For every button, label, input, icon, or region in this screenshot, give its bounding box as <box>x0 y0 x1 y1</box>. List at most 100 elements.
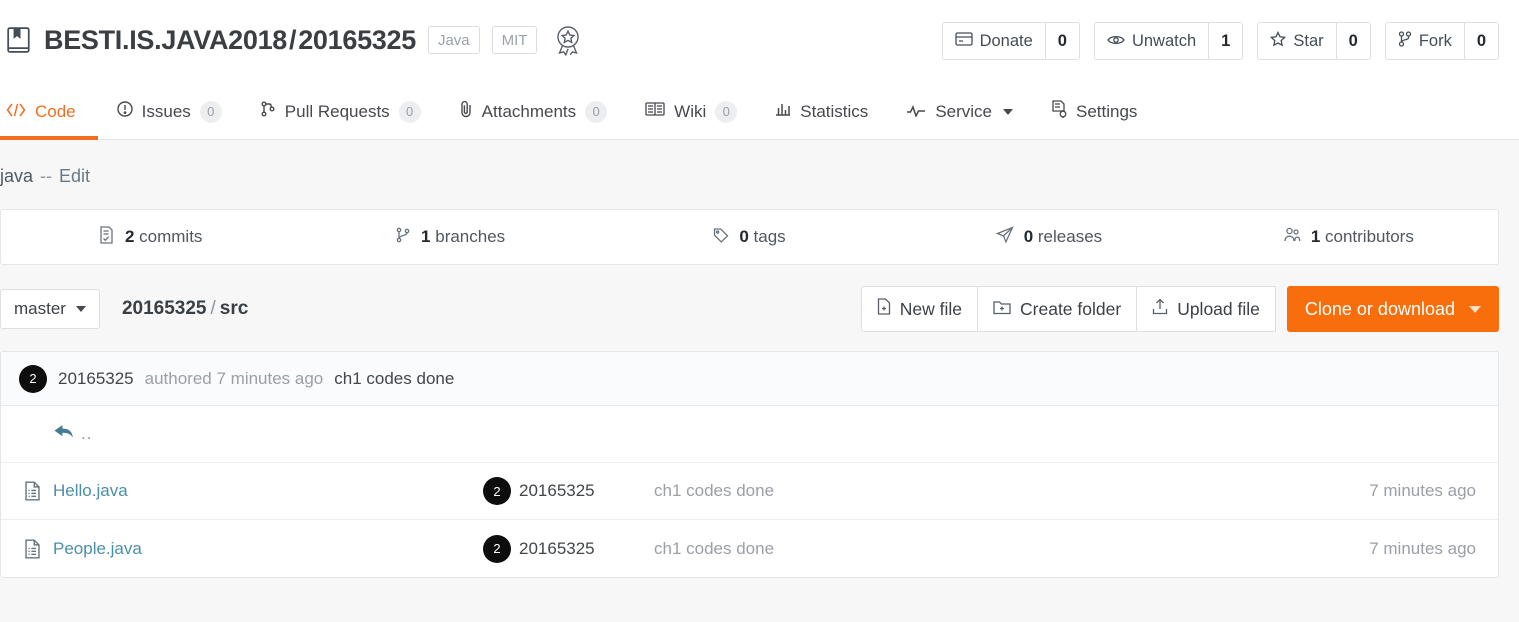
tab-code[interactable]: Code <box>0 84 98 140</box>
new-file-label: New file <box>899 298 963 319</box>
donate-count[interactable]: 0 <box>1044 23 1079 59</box>
file-icon <box>1 481 53 501</box>
repo-header: BESTI.IS.JAVA2018/20165325 Java MIT Dona… <box>0 0 1519 84</box>
row-avatar-cell: 2 <box>483 477 519 505</box>
row-commit-message[interactable]: ch1 codes done <box>654 539 1318 559</box>
tab-attachments[interactable]: Attachments 0 <box>440 84 627 139</box>
title-separator: / <box>289 24 297 55</box>
commit-message[interactable]: ch1 codes done <box>334 369 454 389</box>
branch-selector[interactable]: master <box>0 289 100 329</box>
repo-name[interactable]: 20165325 <box>298 25 416 55</box>
row-avatar-cell: 2 <box>483 534 519 563</box>
upload-file-button[interactable]: Upload file <box>1137 286 1276 332</box>
stat-tags[interactable]: 0 tags <box>600 210 899 264</box>
create-folder-label: Create folder <box>1020 298 1122 319</box>
table-row[interactable]: Hello.java 2 20165325 ch1 codes done 7 m… <box>1 463 1498 520</box>
tab-pull-requests[interactable]: Pull Requests 0 <box>241 84 440 139</box>
repo-book-icon <box>6 25 32 55</box>
avatar[interactable]: 2 <box>19 364 47 393</box>
tab-issues-badge: 0 <box>199 100 222 123</box>
repo-nav-tabs: Code Issues 0 Pull Requests 0 Attachment… <box>0 84 1519 140</box>
branch-selector-label: master <box>14 299 66 318</box>
stat-commits[interactable]: 2 commits <box>1 210 300 264</box>
unwatch-count[interactable]: 1 <box>1208 23 1243 59</box>
stat-releases[interactable]: 0 releases <box>899 210 1198 264</box>
star-button-main[interactable]: Star <box>1258 23 1336 59</box>
stat-branches-label: branches <box>435 227 506 246</box>
new-file-icon <box>877 298 891 320</box>
repo-description: java -- Edit <box>0 140 1499 209</box>
tab-code-label: Code <box>35 101 76 121</box>
fork-count[interactable]: 0 <box>1463 23 1498 59</box>
tab-wiki[interactable]: Wiki 0 <box>626 84 756 139</box>
unwatch-button-main[interactable]: Unwatch <box>1094 23 1209 59</box>
star-count[interactable]: 0 <box>1335 23 1370 59</box>
unwatch-label: Unwatch <box>1131 31 1197 50</box>
stat-contributors[interactable]: 1 contributors <box>1199 210 1498 264</box>
repo-owner[interactable]: BESTI.IS.JAVA2018 <box>44 25 287 55</box>
stat-branches[interactable]: 1 branches <box>300 210 599 264</box>
fork-label: Fork <box>1418 31 1452 50</box>
parent-directory-row[interactable]: .. <box>1 406 1498 463</box>
repo-stats-bar: 2 commits 1 branches 0 tags 0 releases 1… <box>0 209 1499 265</box>
award-badge-icon <box>553 24 583 57</box>
service-icon <box>906 102 926 122</box>
commit-meta: authored 7 minutes ago <box>144 368 324 388</box>
row-author[interactable]: 20165325 <box>519 481 654 501</box>
tab-service[interactable]: Service <box>887 84 1032 139</box>
create-folder-icon <box>993 299 1011 320</box>
tab-statistics-label: Statistics <box>800 101 869 121</box>
create-folder-button[interactable]: Create folder <box>978 286 1138 332</box>
tags-icon <box>713 227 729 248</box>
toolbar-actions: New file Create folder Upload file Clone… <box>860 286 1499 332</box>
row-timestamp: 7 minutes ago <box>1369 538 1476 558</box>
chevron-down-icon <box>1469 305 1481 313</box>
commit-author[interactable]: 20165325 <box>58 369 134 389</box>
file-list-table: 2 20165325 authored 7 minutes ago ch1 co… <box>0 351 1499 578</box>
donate-button[interactable]: Donate 0 <box>941 22 1080 60</box>
avatar[interactable]: 2 <box>483 534 511 563</box>
tab-statistics[interactable]: Statistics <box>756 84 887 139</box>
row-commit-message[interactable]: ch1 codes done <box>654 481 1318 501</box>
reply-arrow-icon <box>53 423 75 445</box>
language-chip: Java <box>427 26 480 54</box>
fork-button-main[interactable]: Fork <box>1385 23 1464 59</box>
breadcrumb: 20165325/src <box>122 298 248 320</box>
stat-branches-count: 1 <box>421 227 431 246</box>
breadcrumb-root[interactable]: 20165325 <box>122 298 207 319</box>
row-timestamp: 7 minutes ago <box>1369 481 1476 500</box>
tab-settings[interactable]: Settings <box>1032 84 1156 139</box>
eye-icon <box>1107 32 1125 51</box>
chevron-down-icon <box>75 306 86 312</box>
tab-service-label: Service <box>935 101 992 121</box>
avatar[interactable]: 2 <box>483 477 511 505</box>
stat-releases-count: 0 <box>1023 227 1034 246</box>
unwatch-button[interactable]: Unwatch 1 <box>1093 22 1244 60</box>
clone-or-download-button[interactable]: Clone or download <box>1286 286 1499 332</box>
file-name-link[interactable]: People.java <box>53 539 483 559</box>
donate-button-main[interactable]: Donate <box>942 23 1045 59</box>
statistics-icon <box>775 101 791 122</box>
clone-or-download-label: Clone or download <box>1304 298 1455 319</box>
tab-settings-label: Settings <box>1076 101 1138 121</box>
new-file-button[interactable]: New file <box>860 286 979 332</box>
donate-icon <box>954 31 973 51</box>
header-actions: Donate 0 Unwatch 1 Star 0 Fork 0 <box>941 22 1499 60</box>
stat-commits-label: commits <box>139 227 203 246</box>
tab-wiki-label: Wiki <box>674 101 707 121</box>
table-row[interactable]: People.java 2 20165325 ch1 codes done 7 … <box>1 520 1498 577</box>
row-author[interactable]: 20165325 <box>519 539 654 559</box>
repo-toolbar: master 20165325/src New file Create fold… <box>0 283 1499 335</box>
chevron-down-icon <box>1003 108 1013 115</box>
upload-file-label: Upload file <box>1177 298 1260 319</box>
tab-issues-label: Issues <box>141 101 191 121</box>
file-name-link[interactable]: Hello.java <box>53 481 483 501</box>
repo-description-dashes: -- <box>40 166 53 186</box>
repo-description-text: java <box>0 166 34 186</box>
parent-directory-link[interactable]: .. <box>1 423 92 445</box>
tab-issues[interactable]: Issues 0 <box>98 84 241 139</box>
fork-button[interactable]: Fork 0 <box>1384 22 1499 60</box>
star-button[interactable]: Star 0 <box>1257 22 1371 60</box>
branches-icon <box>395 227 411 248</box>
edit-description-link[interactable]: Edit <box>59 166 90 187</box>
